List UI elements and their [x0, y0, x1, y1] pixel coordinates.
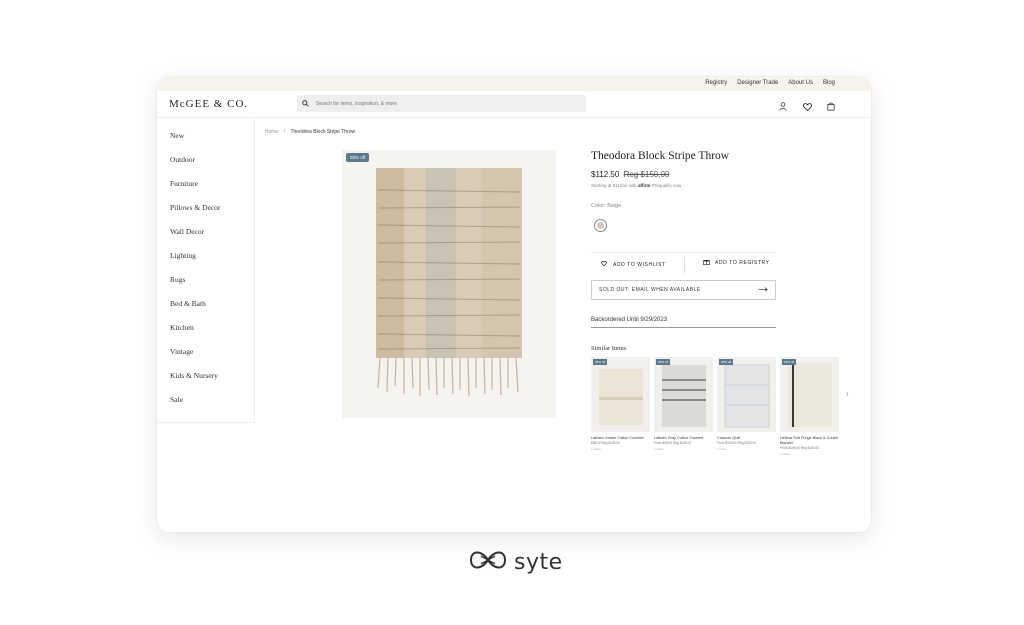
similar-item-price: From $105.00 Reg $140.00 — [780, 446, 819, 450]
breadcrumb-home[interactable]: Home — [265, 129, 278, 135]
syte-brand-logo: syte — [468, 547, 563, 578]
similar-item-name: Helena Soft Fringe Black & Cream Blanket — [780, 436, 839, 445]
swatch-fill — [597, 222, 604, 229]
affirm-text: Starting at $11/mo with — [591, 183, 637, 188]
regular-price: Reg $150.00 — [623, 170, 670, 179]
similar-item-card[interactable]: 25% off Latham Cream Cotton Coverlet $98… — [591, 357, 650, 451]
soldout-label: SOLD OUT: EMAIL WHEN AVAILABLE — [599, 287, 701, 293]
registry-label: ADD TO REGISTRY — [715, 260, 770, 266]
sidebar-item-sale[interactable]: Sale — [170, 395, 183, 404]
similar-item-card[interactable]: 25% off Helena Soft Fringe Black & Cream… — [780, 357, 839, 456]
wishlist-label: ADD TO WISHLIST — [613, 261, 666, 268]
similar-item-card[interactable]: 25% off Chaucer Quilt From $120.00 Reg $… — [717, 357, 776, 451]
throw-blanket-image — [376, 168, 522, 397]
carousel-next-chevron-icon[interactable]: › — [846, 389, 849, 398]
sidebar-item-wall-decor[interactable]: Wall Decor — [170, 227, 204, 236]
blanket-image — [788, 363, 832, 427]
search-bar[interactable] — [297, 95, 586, 112]
sidebar-item-vintage[interactable]: Vintage — [170, 347, 193, 356]
product-main-image[interactable]: 25% off — [342, 150, 556, 418]
about-us-link[interactable]: About Us — [788, 80, 813, 86]
sidebar-item-bed-bath[interactable]: Bed & Bath — [170, 299, 206, 308]
color-label: Color: Beige — [591, 203, 622, 209]
similar-item-price: From $98.00 Reg $130.00 — [654, 441, 692, 445]
gift-registry-icon — [703, 259, 710, 267]
similar-item-image: 25% off — [717, 357, 776, 432]
search-icon — [302, 100, 314, 107]
quilt-image — [724, 364, 770, 428]
similar-item-swatches: 2 colors — [654, 447, 664, 451]
syte-wordmark: syte — [514, 550, 563, 575]
affirm-financing: Starting at $11/mo with affirm Prequalif… — [591, 183, 681, 188]
similar-item-image: 25% off — [591, 357, 650, 432]
breadcrumb-current: Theodora Block Stripe Throw — [290, 129, 356, 135]
similar-badge: 25% off — [782, 359, 797, 365]
similar-item-image: 25% off — [654, 357, 713, 432]
similar-item-swatches: 2 colors — [717, 447, 727, 451]
similar-badge: 25% off — [719, 359, 734, 365]
prequalify-link[interactable]: Prequalify now — [652, 183, 682, 188]
similar-item-price: From $120.00 Reg $160.00 — [717, 441, 756, 445]
sidebar-item-rugs[interactable]: Rugs — [170, 275, 185, 284]
cart-bag-icon[interactable] — [827, 98, 837, 111]
search-input[interactable] — [316, 100, 576, 107]
heart-icon — [601, 261, 607, 268]
email-when-available-button[interactable]: SOLD OUT: EMAIL WHEN AVAILABLE — [591, 280, 776, 300]
coverlet-image — [599, 369, 643, 425]
add-to-wishlist-button[interactable]: ADD TO WISHLIST — [601, 261, 666, 268]
sidebar-item-kids-nursery[interactable]: Kids & Nursery — [170, 371, 218, 380]
account-icon[interactable] — [779, 98, 789, 111]
wishlist-heart-icon[interactable] — [803, 98, 813, 112]
similar-badge: 25% off — [593, 359, 608, 365]
discount-badge: 25% off — [346, 153, 370, 162]
arrow-right-icon — [759, 286, 768, 294]
divider-vertical — [684, 257, 685, 273]
similar-item-card[interactable]: 25% off Latham Gray Cotton Coverlet From… — [654, 357, 713, 451]
price: $112.50 Reg $150.00 — [591, 170, 669, 179]
breadcrumb: Home / Theodora Block Stripe Throw — [265, 129, 355, 135]
syte-bow-icon — [468, 547, 508, 578]
coverlet-image — [662, 365, 706, 427]
sidebar-item-kitchen[interactable]: Kitchen — [170, 323, 194, 332]
site-header: McGEE & CO. — [157, 91, 871, 118]
affirm-logo: affirm — [637, 183, 651, 188]
sidebar-item-furniture[interactable]: Furniture — [170, 179, 198, 188]
similar-badge: 25% off — [656, 359, 671, 365]
divider — [591, 252, 776, 253]
sidebar-item-pillows-decor[interactable]: Pillows & Decor — [170, 203, 220, 212]
breadcrumb-separator: / — [283, 129, 286, 135]
color-swatch-beige[interactable] — [594, 219, 607, 232]
sidebar-item-outdoor[interactable]: Outdoor — [170, 155, 195, 164]
category-sidebar: New Outdoor Furniture Pillows & Decor Wa… — [157, 119, 255, 423]
sidebar-item-lighting[interactable]: Lighting — [170, 251, 196, 260]
browser-frame: Registry Designer Trade About Us Blog Mc… — [157, 77, 871, 532]
similar-item-price: $98.00 Reg $130.00 — [591, 441, 620, 445]
add-to-registry-button[interactable]: ADD TO REGISTRY — [703, 259, 770, 267]
blog-link[interactable]: Blog — [823, 80, 835, 86]
similar-item-swatches: 2 colors — [780, 452, 790, 456]
backorder-status: Backordered Until 9/29/2023 — [591, 317, 776, 328]
similar-items-heading: Similar Items — [591, 345, 627, 352]
product-title: Theodora Block Stripe Throw — [591, 150, 730, 162]
utility-bar: Registry Designer Trade About Us Blog — [157, 77, 871, 91]
similar-item-image: 25% off — [780, 357, 839, 432]
site-logo[interactable]: McGEE & CO. — [169, 98, 248, 110]
similar-item-swatches: 2 colors — [591, 447, 601, 451]
registry-link[interactable]: Registry — [705, 80, 727, 86]
designer-trade-link[interactable]: Designer Trade — [737, 80, 778, 86]
sale-price: $112.50 — [591, 170, 620, 179]
sidebar-item-new[interactable]: New — [170, 131, 184, 140]
